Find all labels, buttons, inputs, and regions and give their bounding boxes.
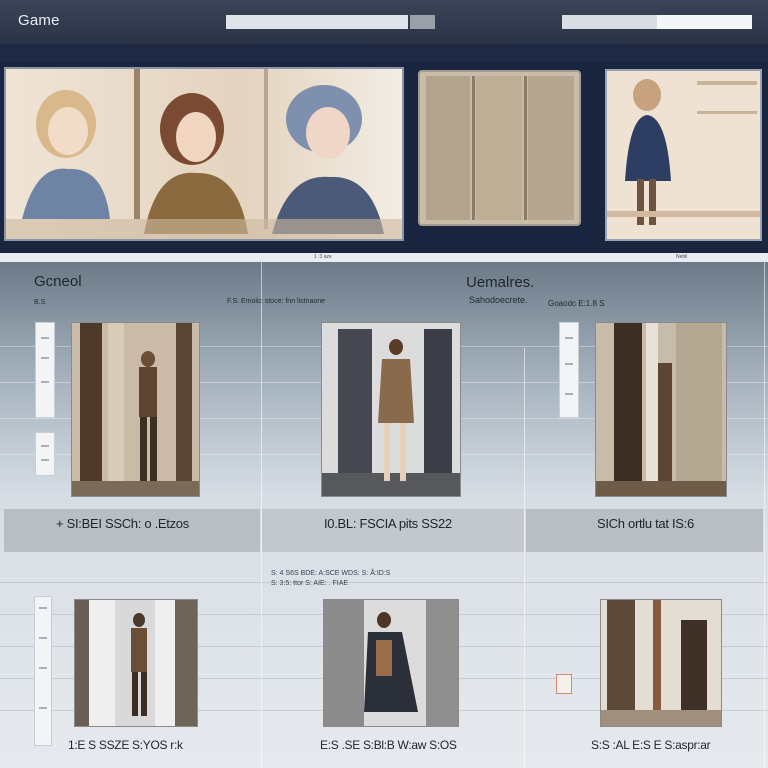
product-card-image-6[interactable] — [600, 599, 722, 727]
app-title: Game — [18, 12, 60, 29]
product-label-1[interactable]: + SI:BEI SSCh: o .Etzos — [56, 516, 189, 531]
filter-pill-4[interactable] — [34, 596, 52, 746]
product-card-image-4[interactable] — [74, 599, 198, 727]
portrait-illustration — [6, 69, 402, 239]
featured-gallery — [0, 62, 768, 254]
product-card-image-1[interactable] — [71, 322, 200, 497]
doors-illustration — [420, 72, 579, 224]
column-divider-3 — [764, 262, 765, 768]
product-label-2[interactable]: I0.BL: FSCIA pits SS22 — [324, 516, 452, 531]
section-subtitle-right: Goaodc E:1.8 S — [548, 299, 605, 308]
gallery-footer — [0, 253, 768, 262]
mid-note-line-1: S: 4 S6S BDE: A:SCE WDS: S: Å:ID:S — [271, 570, 391, 577]
character-illustration — [607, 71, 760, 239]
product-card-image-3[interactable] — [595, 322, 727, 497]
product-card-image-5[interactable] — [323, 599, 459, 727]
top-header: Game — [0, 0, 768, 45]
tag-chip[interactable] — [556, 674, 572, 694]
app-window: Game 1:3 aze Nebil Gcneol B.S F.S: Emol… — [0, 0, 768, 768]
section-title-center: Uemalres. — [466, 274, 535, 291]
column-divider-2 — [524, 348, 525, 768]
product-price-6[interactable]: S:S :AL E:S E S:aspr:ar — [591, 738, 711, 752]
search-input[interactable] — [226, 15, 408, 29]
section-subtitle-mid: F.S: Emolo: stoce: fnn listnaone — [227, 298, 326, 305]
filter-pill-1[interactable] — [35, 322, 55, 418]
featured-panel-character[interactable] — [605, 69, 762, 241]
product-price-5[interactable]: E:S .SE S:Bl:B W:aw S:OS — [320, 738, 457, 752]
account-field[interactable] — [562, 15, 752, 29]
mid-note-line-2: S: 3:5: ttor S: AIE: . FIAE — [271, 580, 349, 587]
gallery-caption-1: 1 :3 aze — [314, 254, 332, 260]
featured-panel-doors[interactable] — [418, 70, 581, 226]
nav-strip — [0, 44, 768, 62]
section-title-left: Gcneol — [34, 273, 82, 290]
search-button[interactable] — [410, 15, 435, 29]
section-subtitle-center: Sahodoecrete. — [469, 295, 528, 305]
filter-pill-3[interactable] — [559, 322, 579, 418]
section-subtitle-left: B.S — [34, 299, 46, 306]
product-price-4[interactable]: 1:E S SSZE S:YOS r:k — [68, 738, 183, 752]
featured-panel-portraits[interactable] — [4, 67, 404, 241]
gallery-caption-2: Nebil — [676, 254, 688, 260]
filter-pill-2[interactable] — [35, 432, 55, 476]
product-card-image-2[interactable] — [321, 322, 461, 497]
product-label-3[interactable]: SICh ortlu tat IS:6 — [597, 516, 694, 531]
